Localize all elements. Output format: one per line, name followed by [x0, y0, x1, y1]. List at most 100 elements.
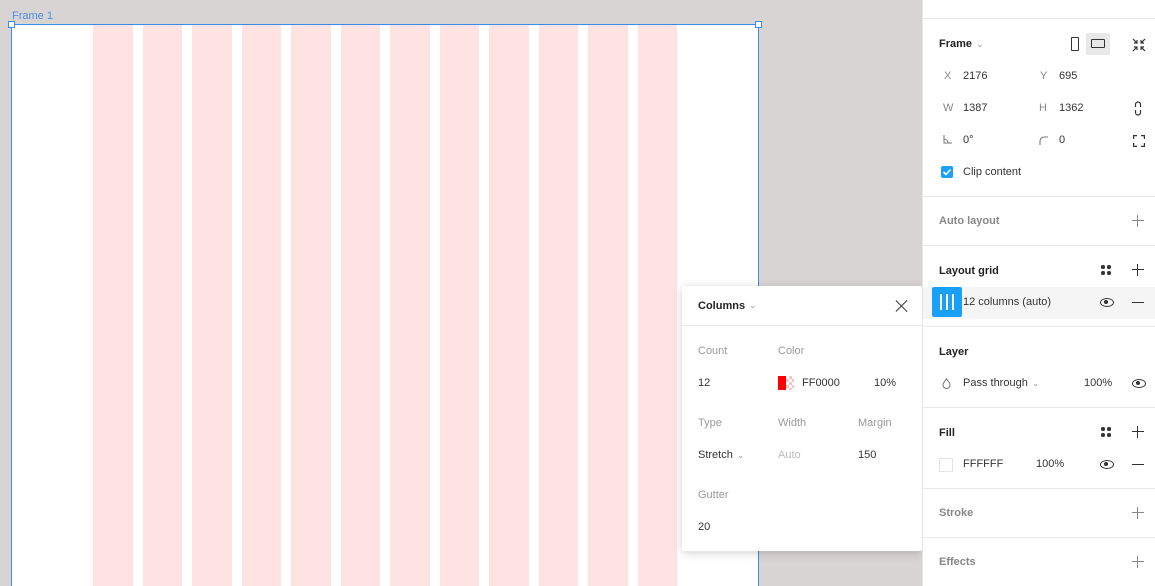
landscape-button[interactable]: [1086, 33, 1110, 55]
popup-header: Columns ⌄: [682, 286, 922, 326]
grid-column: [588, 25, 628, 586]
check-icon: [942, 168, 952, 176]
grid-styles-icon[interactable]: [1100, 264, 1112, 276]
layer-section: Layer Pass through ⌄ 100%: [923, 326, 1155, 407]
effects-section: Effects: [923, 537, 1155, 586]
frame-label[interactable]: Frame 1: [12, 10, 53, 22]
x-input[interactable]: 2176: [963, 70, 987, 82]
fill-hex-input[interactable]: FFFFFF: [963, 458, 1003, 470]
eye-icon[interactable]: [1132, 379, 1146, 388]
color-opacity-input[interactable]: 10%: [874, 377, 896, 389]
remove-fill-icon[interactable]: [1132, 464, 1144, 466]
chevron-down-icon: ⌄: [736, 449, 745, 460]
color-swatch[interactable]: [778, 376, 794, 390]
y-input[interactable]: 695: [1059, 70, 1077, 82]
close-icon[interactable]: [894, 298, 910, 314]
corner-radius-input[interactable]: 0: [1059, 134, 1065, 146]
add-stroke-icon[interactable]: [1132, 507, 1144, 519]
grid-column: [489, 25, 529, 586]
stroke-title: Stroke: [939, 507, 974, 519]
layout-grid-columns: [93, 25, 677, 586]
effects-title: Effects: [939, 556, 976, 568]
columns-settings-popup: Columns ⌄ Count Color 12 FF0000 10% Type…: [682, 286, 922, 551]
count-label: Count: [698, 345, 728, 357]
h-label: H: [1039, 102, 1047, 114]
fill-title: Fill: [939, 427, 955, 439]
grid-column: [538, 25, 578, 586]
popup-title: Columns: [698, 299, 746, 312]
frame-section-title: Frame: [939, 38, 973, 50]
type-value: Stretch: [698, 449, 733, 461]
add-auto-layout-icon[interactable]: [1132, 215, 1144, 227]
grid-type-dropdown[interactable]: Columns ⌄: [698, 300, 757, 312]
stroke-section: Stroke: [923, 488, 1155, 537]
properties-panel: Frame ⌄ X 2176 Y 695 W 1387 H 1362 0° 0: [922, 0, 1155, 586]
blend-mode-icon: [942, 377, 951, 392]
layout-grid-section: Layout grid 12 columns (auto): [923, 245, 1155, 326]
width-label: Width: [778, 417, 807, 429]
add-effect-icon[interactable]: [1132, 556, 1144, 568]
resize-to-fit-icon[interactable]: [1132, 38, 1146, 52]
add-layout-grid-icon[interactable]: [1132, 264, 1144, 276]
clip-content-label: Clip content: [963, 166, 1022, 178]
clip-content-checkbox[interactable]: [941, 166, 953, 178]
grid-column: [93, 25, 133, 586]
gutter-input[interactable]: 20: [698, 521, 710, 533]
width-input[interactable]: Auto: [778, 449, 801, 461]
count-input[interactable]: 12: [698, 377, 710, 389]
type-label: Type: [698, 417, 722, 429]
frame-1[interactable]: [8, 21, 762, 586]
eye-icon[interactable]: [1100, 460, 1114, 469]
grid-column: [142, 25, 182, 586]
fill-color-swatch[interactable]: [939, 458, 953, 472]
constrain-proportions-icon[interactable]: [1134, 101, 1142, 116]
layer-title: Layer: [939, 346, 969, 358]
add-fill-icon[interactable]: [1132, 426, 1144, 438]
columns-grid-icon[interactable]: [932, 287, 962, 317]
chevron-down-icon: ⌄: [976, 38, 984, 49]
margin-input[interactable]: 150: [858, 449, 876, 461]
y-label: Y: [1040, 70, 1048, 82]
rotation-icon: [943, 135, 952, 147]
frame-type-dropdown[interactable]: Frame ⌄: [939, 38, 984, 50]
layer-opacity-input[interactable]: 100%: [1084, 377, 1112, 389]
blend-mode-value: Pass through: [963, 377, 1028, 389]
landscape-icon: [1091, 39, 1105, 48]
resize-handle-top-left[interactable]: [8, 21, 15, 28]
chevron-down-icon: ⌄: [1031, 377, 1040, 388]
corner-radius-icon: [1039, 136, 1048, 148]
grid-column: [291, 25, 331, 586]
margin-label: Margin: [858, 417, 892, 429]
blend-mode-dropdown[interactable]: Pass through ⌄: [963, 377, 1039, 389]
eye-icon[interactable]: [1100, 298, 1114, 307]
portrait-icon[interactable]: [1071, 37, 1079, 51]
w-input[interactable]: 1387: [963, 102, 987, 114]
layout-grid-title: Layout grid: [939, 265, 999, 277]
x-label: X: [944, 70, 952, 82]
fill-opacity-input[interactable]: 100%: [1036, 458, 1064, 470]
grid-column: [192, 25, 232, 586]
type-dropdown[interactable]: Stretch ⌄: [698, 449, 744, 461]
color-label: Color: [778, 345, 805, 357]
frame-section: Frame ⌄ X 2176 Y 695 W 1387 H 1362 0° 0: [923, 18, 1155, 196]
grid-column: [340, 25, 380, 586]
remove-grid-icon[interactable]: [1132, 302, 1144, 304]
fill-section: Fill FFFFFF 100%: [923, 407, 1155, 488]
fill-styles-icon[interactable]: [1100, 426, 1112, 438]
grid-column: [390, 25, 430, 586]
grid-column: [439, 25, 479, 586]
w-label: W: [943, 102, 954, 114]
gutter-label: Gutter: [698, 489, 729, 501]
grid-column: [637, 25, 677, 586]
independent-corners-icon[interactable]: [1133, 135, 1145, 150]
rotation-input[interactable]: 0°: [963, 134, 974, 146]
chevron-down-icon: ⌄: [749, 300, 757, 310]
h-input[interactable]: 1362: [1059, 102, 1083, 114]
color-hex-input[interactable]: FF0000: [802, 377, 840, 389]
layout-grid-item[interactable]: 12 columns (auto): [923, 287, 1155, 319]
auto-layout-title: Auto layout: [939, 215, 1000, 227]
layout-grid-item-label: 12 columns (auto): [963, 296, 1052, 308]
grid-column: [241, 25, 281, 586]
resize-handle-top-right[interactable]: [755, 21, 762, 28]
auto-layout-section: Auto layout: [923, 196, 1155, 245]
